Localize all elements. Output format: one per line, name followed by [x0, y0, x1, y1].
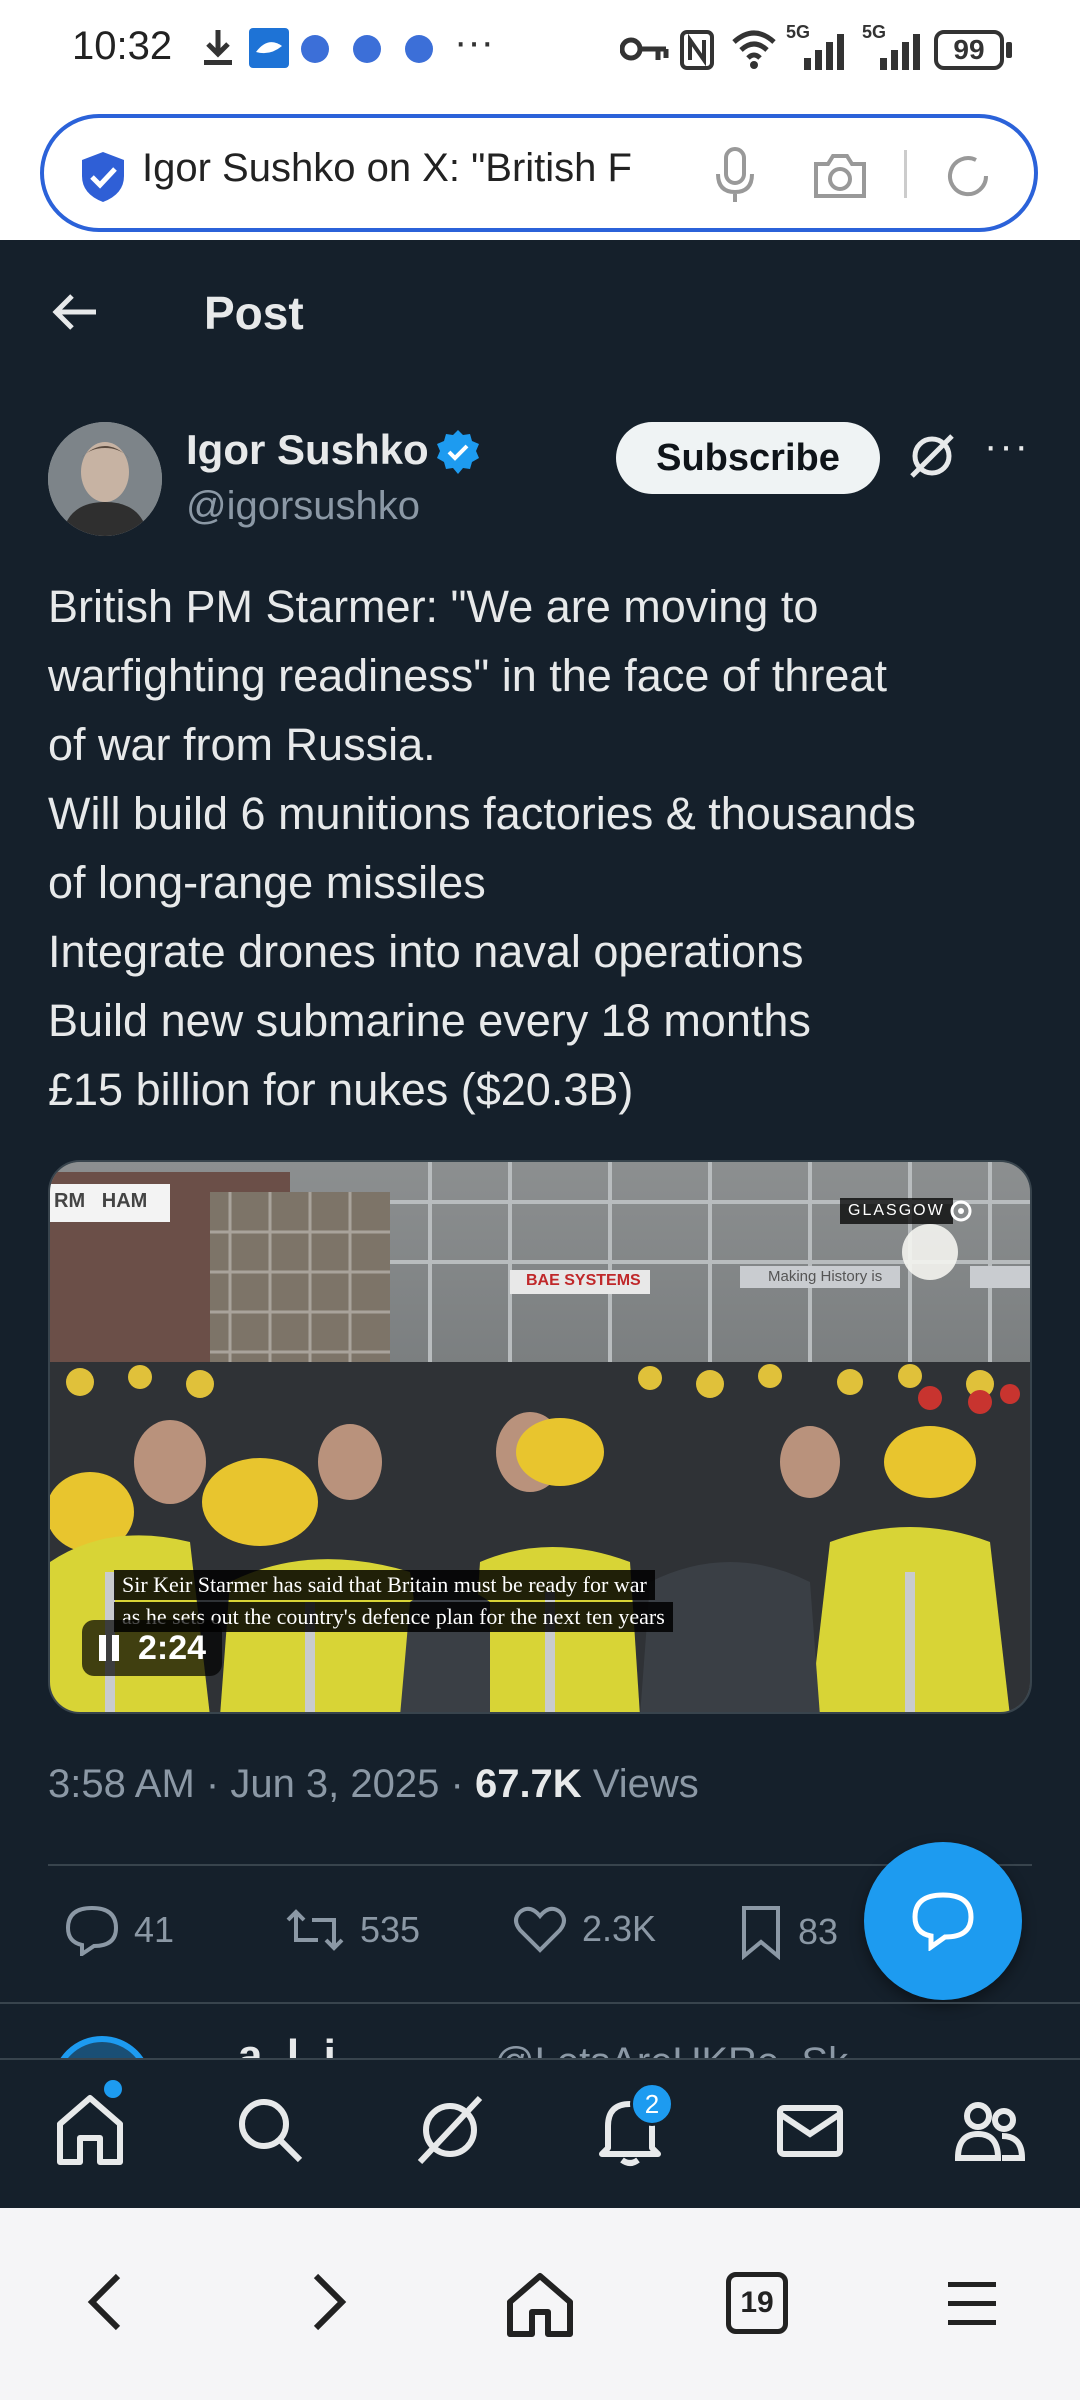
address-bar-divider [904, 150, 907, 198]
views-count: 67.7K [474, 1762, 582, 1806]
post-text-line: Will build 6 munitions factories & thous… [48, 788, 916, 839]
heart-icon [514, 1906, 566, 1953]
post-text-line: £15 billion for nukes ($20.3B) [48, 1064, 634, 1115]
post-text-line: of war from Russia. [48, 719, 436, 770]
post-header [0, 240, 1080, 390]
browser-forward-icon[interactable] [306, 2270, 350, 2334]
author-name[interactable]: Igor Sushko [186, 426, 429, 474]
messages-mail-icon[interactable] [770, 2090, 850, 2170]
notification-dot-icon [405, 35, 433, 63]
post-text-line: warfighting readiness" in the face of th… [48, 650, 887, 701]
home-unread-dot [104, 2080, 122, 2098]
page-title: Post [204, 287, 304, 339]
post-time[interactable]: 3:58 AM [48, 1762, 195, 1806]
notification-dot-icon [301, 35, 329, 63]
battery-icon: 99 [934, 30, 1004, 70]
views-label: Views [592, 1762, 699, 1806]
background-sign-text: RM HAM [54, 1190, 148, 1212]
meta-separator: · [205, 1762, 231, 1806]
video-duration: 2:24 [138, 1628, 207, 1667]
subscribe-button-label: Subscribe [656, 436, 840, 479]
next-reply-avatar[interactable] [52, 2036, 152, 2058]
communities-icon[interactable] [950, 2090, 1030, 2170]
browser-menu-icon[interactable] [946, 2280, 998, 2328]
post-date[interactable]: Jun 3, 2025 [230, 1762, 439, 1806]
repost-icon [286, 1909, 344, 1951]
browser-back-icon[interactable] [84, 2270, 128, 2334]
like-count: 2.3K [582, 1908, 657, 1949]
search-icon[interactable] [230, 2090, 310, 2170]
address-bar-text[interactable]: Igor Sushko on X: "British F [142, 146, 682, 202]
app-notification-icon [249, 28, 289, 68]
author-avatar[interactable] [48, 422, 162, 536]
grok-icon[interactable] [906, 430, 958, 482]
post-text-line: British PM Starmer: "We are moving to [48, 581, 819, 632]
reply-button[interactable]: 41 [64, 1904, 174, 1956]
tab-count: 19 [740, 2286, 774, 2319]
subscribe-button[interactable]: Subscribe [616, 422, 880, 494]
bookmark-count: 83 [798, 1911, 839, 1952]
post-text: British PM Starmer: "We are moving to wa… [48, 572, 1048, 1124]
post-text-line: of long-range missiles [48, 857, 486, 908]
divider [0, 2002, 1080, 2004]
reply-count: 41 [134, 1909, 175, 1950]
microphone-icon[interactable] [712, 146, 758, 206]
pause-icon[interactable] [98, 1633, 120, 1663]
repost-button[interactable]: 535 [284, 1904, 420, 1956]
reload-icon[interactable] [942, 150, 994, 202]
post-text-line: Build new submarine every 18 months [48, 995, 811, 1046]
home-icon[interactable] [50, 2090, 130, 2170]
next-reply-handle[interactable]: @LetsAreUKRe..Sk.. [494, 2034, 870, 2058]
status-bar: 10:32 ··· 5G 5G 99 [0, 0, 1080, 100]
nfc-icon [680, 30, 714, 70]
compose-reply-button[interactable] [864, 1842, 1022, 2000]
notifications-badge: 2 [630, 2082, 674, 2126]
background-sign-text: Making History is [768, 1268, 883, 1285]
post-text-line: Integrate drones into naval operations [48, 926, 804, 977]
browser-home-icon[interactable] [504, 2270, 576, 2338]
more-notifications-icon: ··· [454, 20, 494, 64]
notifications-badge-count: 2 [644, 2088, 660, 2119]
secure-shield-icon [82, 152, 124, 202]
signal-strength-icon [880, 34, 920, 70]
status-time: 10:32 [72, 24, 173, 68]
grok-icon[interactable] [410, 2090, 490, 2170]
bookmark-button[interactable]: 83 [738, 1904, 838, 1960]
author-handle[interactable]: @igorsushko [186, 484, 420, 529]
signal-strength-icon [804, 34, 844, 70]
background-sign-text: BAE SYSTEMS [526, 1272, 641, 1289]
battery-tip [1006, 42, 1012, 58]
tabs-button[interactable]: 19 [726, 2272, 788, 2334]
wifi-icon [732, 30, 776, 69]
divider [48, 1864, 1032, 1866]
avatar-portrait-icon [48, 422, 162, 536]
video-caption-line: Sir Keir Starmer has said that Britain m… [114, 1570, 655, 1600]
battery-level: 99 [953, 34, 985, 65]
download-icon [204, 30, 232, 65]
back-arrow-icon[interactable] [50, 290, 100, 334]
bookmark-icon [742, 1906, 780, 1960]
meta-separator: · [450, 1762, 475, 1806]
post-meta: 3:58 AM · Jun 3, 2025 · 67.7K Views [48, 1762, 699, 1807]
video-player[interactable]: RM HAM BAE SYSTEMS Making History is GLA… [48, 1160, 1032, 1714]
bottom-navigation [0, 2058, 1080, 2208]
video-controls-pill[interactable]: 2:24 [82, 1620, 223, 1676]
location-tag: GLASGOW [840, 1198, 953, 1224]
verified-badge-icon[interactable] [434, 428, 482, 476]
notification-dot-icon [353, 35, 381, 63]
repost-count: 535 [360, 1909, 421, 1950]
more-options-icon[interactable]: ··· [984, 424, 1030, 469]
reply-icon [65, 1905, 119, 1956]
like-button[interactable]: 2.3K [512, 1904, 656, 1954]
vpn-key-icon [620, 37, 669, 61]
reply-bubble-icon [912, 1892, 974, 1951]
next-reply-name[interactable]: a..l..i.. [238, 2026, 360, 2058]
camera-icon[interactable] [812, 150, 868, 200]
location-tag-text: GLASGOW [848, 1202, 945, 1219]
broadcaster-logo-icon [950, 1200, 972, 1222]
